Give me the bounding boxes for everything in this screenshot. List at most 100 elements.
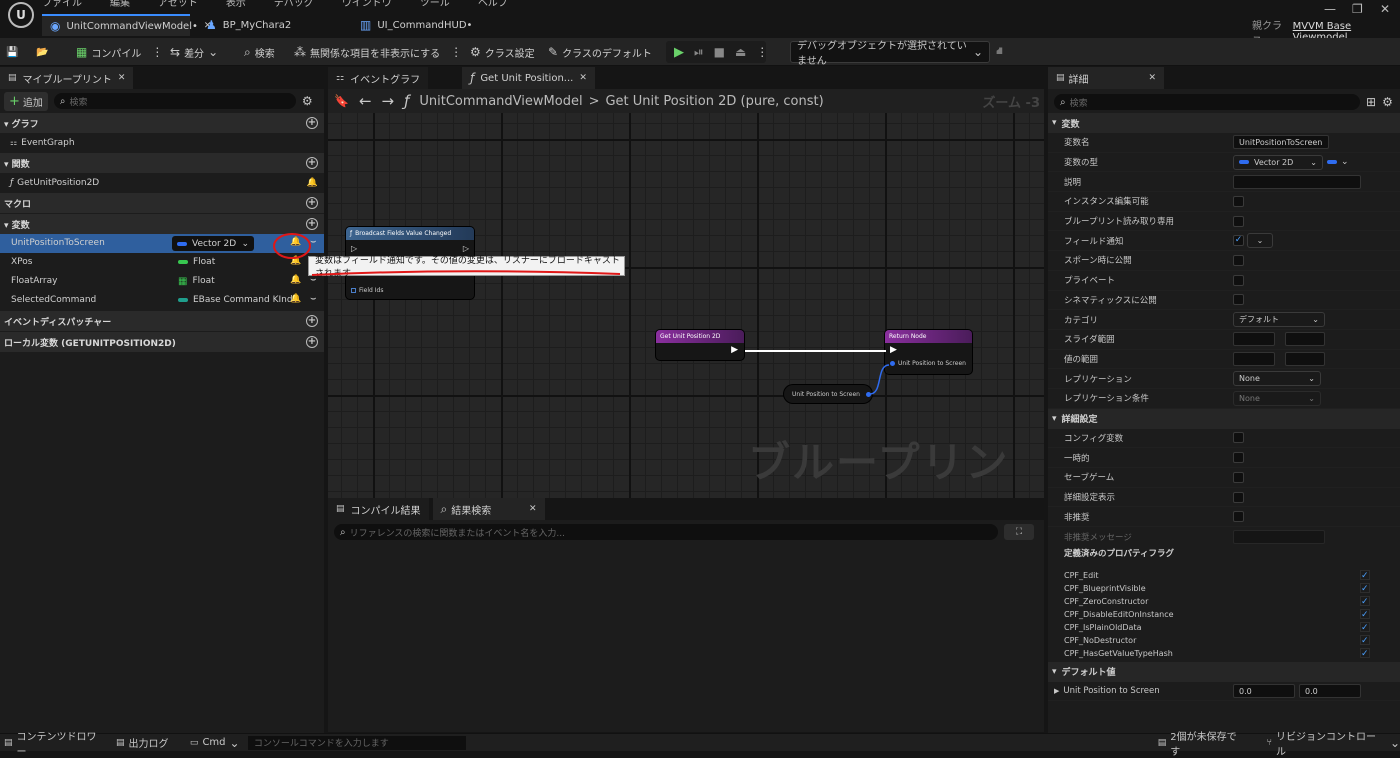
category-select[interactable]: デフォルト ⌄ — [1233, 312, 1325, 328]
graph-item-eventgraph[interactable]: ⚏ EventGraph — [0, 133, 324, 152]
menu-item[interactable]: 編集 — [110, 0, 130, 9]
menu-item[interactable]: ツール — [420, 0, 450, 9]
checkbox[interactable] — [1233, 452, 1244, 464]
variable-type-select[interactable]: Vector 2D ⌄ — [172, 236, 254, 251]
binoculars-icon[interactable]: ⛶ — [1004, 524, 1034, 540]
checkbox[interactable] — [1233, 432, 1244, 444]
checkbox[interactable] — [1233, 195, 1244, 207]
checkbox[interactable] — [1233, 471, 1244, 483]
range-min-field[interactable] — [1233, 351, 1275, 366]
details-section-default-value[interactable]: ▾ デフォルト値 — [1048, 661, 1400, 682]
stop-icon[interactable]: ■ — [714, 45, 725, 59]
cmd-select[interactable]: ▭ Cmd ⌄ — [190, 736, 248, 750]
unsaved-button[interactable]: ▤ 2個が未保存です — [1158, 728, 1247, 758]
menu-item[interactable]: アセット — [158, 0, 198, 9]
diff-button[interactable]: ⇆ 差分 ⌄ — [170, 43, 218, 61]
tab-bp-mychara2[interactable]: ♟ BP_MyChara2 — [198, 14, 348, 36]
section-event-dispatchers[interactable]: イベントディスパッチャー + — [0, 311, 324, 331]
back-arrow-icon[interactable]: ← — [359, 92, 372, 110]
menu-item[interactable]: ウインドウ — [342, 0, 392, 9]
add-button[interactable]: + 追加 — [4, 91, 48, 111]
tab-find-results[interactable]: ⌕ 結果検索 ✕ — [432, 498, 545, 520]
variable-item[interactable]: SelectedCommand EBase Command KInd 🔔 ⌣ — [0, 291, 324, 310]
range-min-field[interactable] — [1233, 332, 1275, 347]
compile-button[interactable]: ▦ コンパイル ⋮ — [76, 43, 163, 61]
add-macro-icon[interactable]: + — [306, 197, 318, 209]
browse-icon[interactable]: 📂 — [36, 43, 48, 61]
add-dispatcher-icon[interactable]: + — [306, 315, 318, 327]
find-results-search-input[interactable]: ⌕ リファレンスの検索に関数またはイベント名を入力... — [334, 524, 998, 540]
checkbox[interactable] — [1233, 274, 1244, 286]
range-max-field[interactable] — [1285, 351, 1325, 366]
close-tab-icon[interactable]: ✕ — [529, 504, 537, 514]
unreal-logo-icon[interactable]: U — [8, 2, 34, 28]
tab-get-unit-position[interactable]: ƒ Get Unit Position... ✕ — [462, 67, 595, 89]
debug-object-select[interactable]: デバッグオブジェクトが選択されていません ⌄ — [790, 41, 990, 67]
function-item-getunitposition2d[interactable]: ƒ GetUnitPosition2D 🔔 — [0, 173, 324, 192]
section-local-variables[interactable]: ローカル変数 (GETUNITPOSITION2D) + — [0, 332, 324, 352]
menu-item[interactable]: 表示 — [226, 0, 246, 9]
text-field[interactable]: UnitPositionToScreen — [1233, 135, 1329, 150]
play-icon[interactable]: ▶ — [674, 45, 684, 60]
settings-gear-icon[interactable]: ⚙ — [302, 94, 313, 108]
maximize-icon[interactable]: ❐ — [1352, 2, 1363, 16]
graph-canvas[interactable]: ƒ Broadcast Fields Value Changed ▷ ▷ Fiel… — [328, 113, 1044, 500]
section-functions[interactable]: ▾ 関数 + — [0, 153, 324, 173]
add-graph-icon[interactable]: + — [306, 117, 318, 129]
forward-arrow-icon[interactable]: → — [382, 92, 395, 110]
container-type-icon[interactable] — [1327, 160, 1337, 165]
checkbox[interactable] — [1233, 254, 1244, 266]
search-button[interactable]: ⌕ 検索 — [244, 43, 275, 61]
menu-item[interactable]: ヘルプ — [478, 0, 508, 9]
default-x-field[interactable]: 0.0 — [1233, 684, 1295, 699]
add-local-variable-icon[interactable]: + — [306, 336, 318, 348]
details-section-advanced[interactable]: ▾ 詳細設定 — [1048, 408, 1400, 429]
checkbox-checked[interactable]: ✓ — [1233, 235, 1244, 247]
settings-gear-icon[interactable]: ⚙ — [1382, 95, 1393, 109]
tab-details[interactable]: ▤ 詳細 ✕ — [1048, 67, 1164, 89]
section-macros[interactable]: マクロ + — [0, 193, 324, 213]
eject-icon[interactable]: ⏏ — [735, 45, 746, 59]
content-drawer-button[interactable]: ▤ コンテンツドロワー — [4, 728, 104, 758]
checkbox[interactable] — [1233, 294, 1244, 306]
more-options-icon[interactable]: ⋮ — [450, 45, 462, 59]
minimize-icon[interactable]: — — [1324, 2, 1336, 16]
step-icon[interactable]: ⏯ — [694, 45, 704, 60]
revision-control-button[interactable]: ⑂ リビジョンコントロール ⌄ — [1267, 728, 1400, 758]
range-max-field[interactable] — [1285, 332, 1325, 347]
grid-view-icon[interactable]: ⊞ — [1366, 95, 1376, 109]
field-notify-options-select[interactable]: ⌄ — [1247, 233, 1273, 249]
tab-my-blueprint[interactable]: ▤ マイブループリント ✕ — [0, 67, 134, 89]
close-tab-icon[interactable]: ✕ — [1148, 73, 1156, 83]
section-graphs[interactable]: ▾ グラフ + — [0, 113, 324, 133]
checkbox[interactable] — [1233, 215, 1244, 227]
tab-ui-command-hud[interactable]: ▥ UI_CommandHUD• — [352, 14, 502, 36]
my-blueprint-search-input[interactable]: ⌕ 検索 — [53, 93, 296, 109]
visibility-eye-icon[interactable]: ⌣ — [310, 293, 317, 304]
close-window-icon[interactable]: ✕ — [1380, 2, 1390, 16]
add-function-icon[interactable]: + — [306, 157, 318, 169]
tab-compile-results[interactable]: ▤ コンパイル結果 — [328, 498, 429, 520]
class-settings-button[interactable]: ⚙ クラス設定 — [470, 43, 535, 61]
class-defaults-button[interactable]: ✎ クラスのデフォルト ⋮ — [548, 43, 674, 61]
replication-select[interactable]: None ⌄ — [1233, 371, 1321, 387]
save-icon[interactable]: 💾 — [6, 43, 18, 61]
debug-filter-icon[interactable]: ⛘ — [996, 43, 1003, 61]
menu-item[interactable]: ファイル — [42, 0, 82, 9]
hide-unrelated-button[interactable]: ⁂ 無関係な項目を非表示にする ⋮ — [294, 43, 462, 61]
close-tab-icon[interactable]: ✕ — [579, 73, 587, 83]
checkbox[interactable] — [1233, 491, 1244, 503]
tab-unit-command-view-model[interactable]: ◉ UnitCommandViewModel• ✕ — [42, 14, 211, 36]
text-field[interactable] — [1233, 174, 1361, 189]
checkbox[interactable] — [1233, 511, 1244, 523]
console-command-input[interactable]: コンソールコマンドを入力します — [247, 735, 466, 750]
add-variable-icon[interactable]: + — [306, 218, 318, 230]
more-options-icon[interactable]: ⋮ — [151, 45, 163, 59]
variable-type-select[interactable]: Vector 2D ⌄ — [1233, 154, 1323, 170]
default-y-field[interactable]: 0.0 — [1299, 684, 1361, 699]
field-notify-bell-icon[interactable]: 🔔 — [290, 294, 301, 304]
bookmark-icon[interactable]: 🔖 — [334, 94, 349, 108]
menu-item[interactable]: デバッグ — [274, 0, 314, 9]
expand-arrow-icon[interactable]: ▶ — [1054, 687, 1059, 695]
tab-event-graph[interactable]: ⚏ イベントグラフ — [328, 67, 429, 89]
